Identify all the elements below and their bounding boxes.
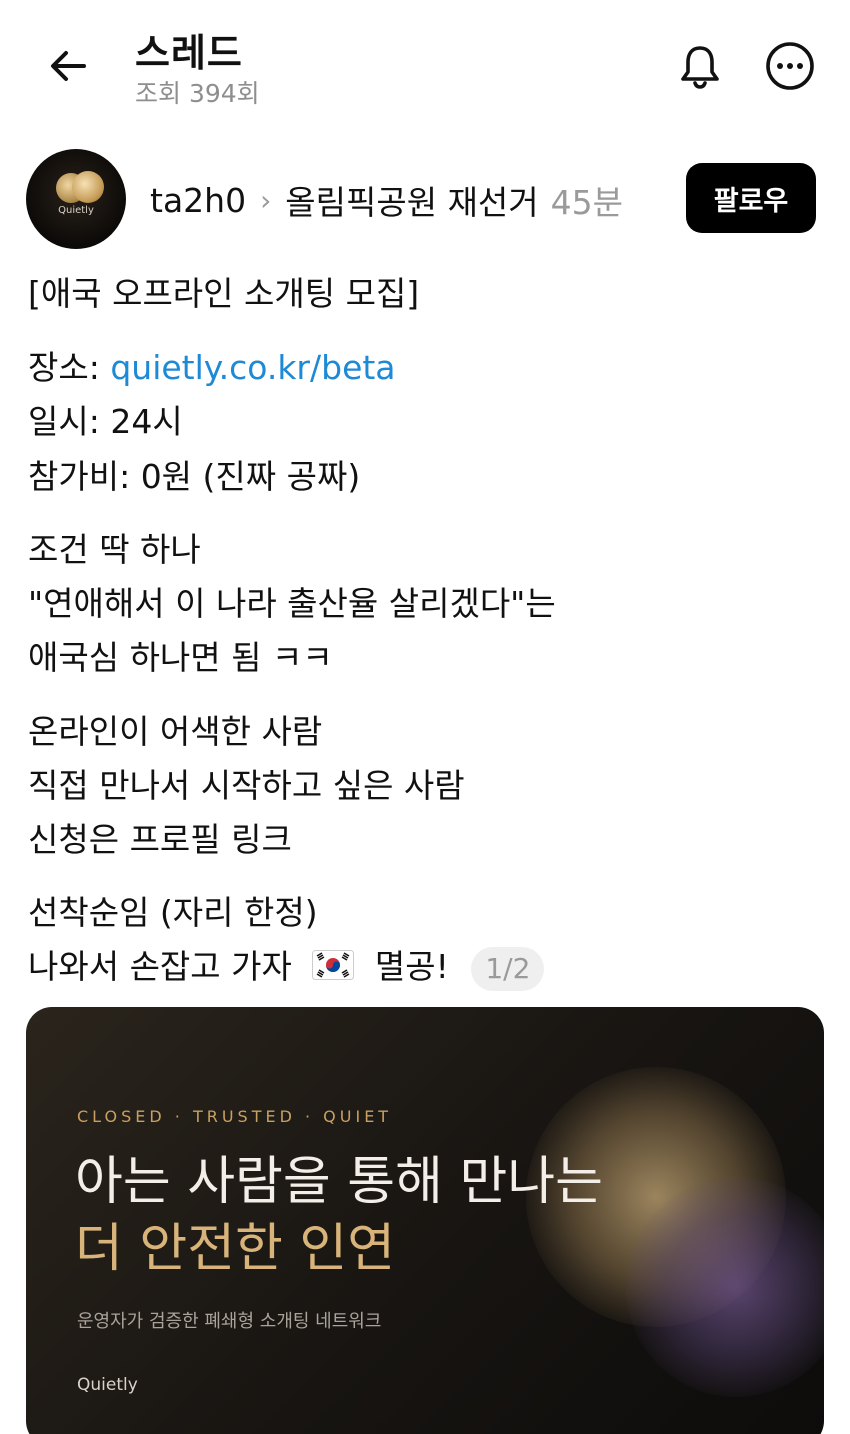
post-line-condition-1: 조건 딱 하나	[28, 530, 201, 569]
avatar[interactable]: Quietly	[26, 149, 126, 249]
page-title: 스레드	[135, 31, 243, 75]
media-page-indicator: 1/2	[471, 946, 545, 991]
place-link[interactable]: quietly.co.kr/beta	[110, 348, 395, 387]
card-tagline: CLOSED · TRUSTED · QUIET	[77, 1107, 393, 1126]
view-count: 조회 394회	[135, 79, 260, 108]
decorative-glow	[626, 1177, 824, 1397]
avatar-brand-text: Quietly	[58, 205, 94, 216]
back-button[interactable]	[42, 40, 94, 92]
card-brand: Quietly	[77, 1375, 138, 1395]
card-headline-1: 아는 사람을 통해 만나는	[75, 1152, 603, 1212]
card-subtitle: 운영자가 검증한 폐쇄형 소개팅 네트워크	[77, 1311, 382, 1332]
post-image-card[interactable]: CLOSED · TRUSTED · QUIET 아는 사람을 통해 만나는 더…	[26, 1007, 824, 1434]
post-heading: [애국 오프라인 소개팅 모집]	[28, 274, 420, 313]
avatar-orb	[72, 171, 104, 203]
post-line-who-3: 신청은 프로필 링크	[28, 820, 292, 859]
card-headline-2: 더 안전한 인연	[75, 1219, 396, 1279]
end-text-pre: 나와서 손잡고 가자	[28, 947, 292, 986]
chevron-right-icon: ›	[260, 183, 272, 217]
post-line-who-1: 온라인이 어색한 사람	[28, 712, 323, 751]
follow-button[interactable]: 팔로우	[686, 163, 816, 233]
post-line-fee: 참가비: 0원 (진짜 공짜)	[28, 457, 361, 496]
more-options-button[interactable]	[762, 38, 818, 94]
post-line-date: 일시: 24시	[28, 402, 183, 441]
post-time: 45분	[550, 183, 624, 222]
author-line: ta2h0 › 올림픽공원 재선거 45분	[150, 176, 624, 224]
post-line-condition-2: "연애해서 이 나라 출산율 살리겠다"는	[28, 584, 556, 623]
author-name[interactable]: ta2h0	[150, 181, 246, 220]
post-line-end-2: 나와서 손잡고 가자 멸공! 1/2	[28, 945, 545, 991]
end-text-post: 멸공!	[374, 947, 449, 986]
arrow-left-icon	[51, 51, 86, 81]
bell-icon	[681, 46, 719, 89]
south-korea-flag-icon	[312, 947, 355, 991]
top-bar: 스레드 조회 394회	[0, 0, 850, 130]
more-horizontal-icon	[766, 42, 814, 90]
place-label: 장소:	[28, 348, 111, 387]
post-line-who-2: 직접 만나서 시작하고 싶은 사람	[28, 766, 465, 805]
community-name[interactable]: 올림픽공원 재선거	[285, 176, 538, 224]
post-line-condition-3: 애국심 하나면 됨 ㅋㅋ	[28, 638, 333, 677]
post-line-end-1: 선착순임 (자리 한정)	[28, 893, 318, 932]
thread-page: 스레드 조회 394회 Quietly ta2h0 › 올림픽공원 재선거 45…	[0, 0, 850, 1434]
post-line-place: 장소: quietly.co.kr/beta	[28, 346, 396, 390]
notification-button[interactable]	[672, 38, 728, 94]
